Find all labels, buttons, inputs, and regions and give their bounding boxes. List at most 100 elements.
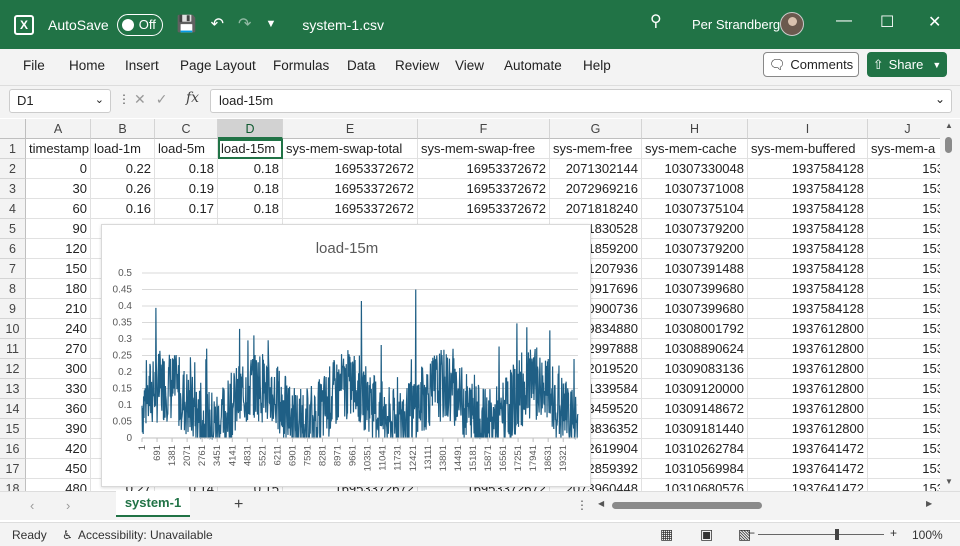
zoom-out-icon[interactable]: − (748, 526, 755, 540)
table-cell[interactable]: 10309083136 (642, 359, 748, 379)
table-cell[interactable]: 10307391488 (642, 259, 748, 279)
table-cell[interactable]: 1937584128 (748, 199, 868, 219)
table-cell[interactable]: 153 (868, 419, 940, 439)
table-cell[interactable]: 153 (868, 339, 940, 359)
table-cell[interactable]: 150 (26, 259, 91, 279)
zoom-slider[interactable] (758, 534, 884, 535)
table-cell[interactable]: 16953372672 (283, 199, 418, 219)
column-header-B[interactable]: B (91, 119, 155, 139)
chevron-down-icon[interactable]: ⌄ (935, 92, 945, 106)
table-cell[interactable]: 180 (26, 279, 91, 299)
vertical-scrollbar[interactable]: ▲ ▼ (940, 119, 960, 491)
table-cell[interactable]: 16953372672 (418, 159, 550, 179)
redo-icon[interactable]: ↷ (238, 16, 251, 33)
table-cell[interactable]: 16953372672 (418, 199, 550, 219)
column-header-E[interactable]: E (283, 119, 418, 139)
table-cell[interactable]: 2071818240 (550, 199, 642, 219)
row-header[interactable]: 17 (0, 459, 26, 479)
comments-button[interactable]: 🗨 Comments (763, 52, 859, 77)
file-name[interactable]: system-1.csv (302, 17, 384, 33)
table-cell[interactable]: 90 (26, 219, 91, 239)
tab-formulas[interactable]: Formulas (273, 58, 329, 73)
tab-view[interactable]: View (455, 58, 484, 73)
table-cell[interactable]: 153 (868, 239, 940, 259)
table-cell[interactable]: 1937584128 (748, 159, 868, 179)
column-header-D[interactable]: D (218, 119, 283, 139)
accessibility-icon[interactable]: ♿ (62, 528, 73, 542)
sheet-tab-system-1[interactable]: system-1 (116, 491, 190, 517)
table-cell[interactable]: 10309148672 (642, 399, 748, 419)
table-cell[interactable]: 0.22 (91, 159, 155, 179)
table-cell[interactable]: 153 (868, 479, 940, 491)
save-icon[interactable]: 💾 (177, 16, 197, 33)
table-cell[interactable]: 480 (26, 479, 91, 491)
column-header-H[interactable]: H (642, 119, 748, 139)
minimize-icon[interactable]: — (836, 12, 852, 30)
table-cell[interactable]: 153 (868, 279, 940, 299)
table-cell[interactable]: 1937584128 (748, 259, 868, 279)
header-cell[interactable]: sys-mem-a (868, 139, 940, 159)
avatar[interactable] (780, 12, 804, 36)
table-cell[interactable]: 1937641472 (748, 459, 868, 479)
table-cell[interactable]: 10310680576 (642, 479, 748, 491)
table-cell[interactable]: 1937584128 (748, 279, 868, 299)
table-cell[interactable]: 10309181440 (642, 419, 748, 439)
table-cell[interactable]: 153 (868, 459, 940, 479)
header-cell[interactable]: sys-mem-buffered (748, 139, 868, 159)
table-cell[interactable]: 0.18 (155, 159, 218, 179)
table-cell[interactable]: 10307399680 (642, 279, 748, 299)
horizontal-scroll-thumb[interactable] (612, 502, 762, 509)
table-cell[interactable]: 0.19 (155, 179, 218, 199)
row-header[interactable]: 12 (0, 359, 26, 379)
row-header[interactable]: 9 (0, 299, 26, 319)
table-cell[interactable]: 1937612800 (748, 319, 868, 339)
row-header[interactable]: 18 (0, 479, 26, 491)
column-header-C[interactable]: C (155, 119, 218, 139)
row-header[interactable]: 2 (0, 159, 26, 179)
table-cell[interactable]: 153 (868, 159, 940, 179)
column-header-G[interactable]: G (550, 119, 642, 139)
table-cell[interactable]: 153 (868, 359, 940, 379)
table-cell[interactable]: 16953372672 (283, 159, 418, 179)
zoom-in-icon[interactable]: + (890, 526, 897, 540)
table-cell[interactable]: 10307330048 (642, 159, 748, 179)
table-cell[interactable]: 0.18 (218, 179, 283, 199)
close-icon[interactable]: ✕ (928, 12, 941, 32)
formula-input[interactable]: load-15m ⌄ (210, 89, 952, 113)
table-cell[interactable]: 10310262784 (642, 439, 748, 459)
table-cell[interactable]: 16953372672 (283, 179, 418, 199)
table-cell[interactable]: 390 (26, 419, 91, 439)
scroll-down-icon[interactable]: ▼ (945, 477, 953, 486)
table-cell[interactable]: 10307379200 (642, 219, 748, 239)
table-cell[interactable]: 1937612800 (748, 359, 868, 379)
column-header-A[interactable]: A (26, 119, 91, 139)
table-cell[interactable]: 153 (868, 199, 940, 219)
tab-insert[interactable]: Insert (125, 58, 159, 73)
table-cell[interactable]: 0.18 (218, 159, 283, 179)
table-cell[interactable]: 10307371008 (642, 179, 748, 199)
user-name[interactable]: Per Strandberg (692, 17, 780, 32)
row-header[interactable]: 15 (0, 419, 26, 439)
column-header-F[interactable]: F (418, 119, 550, 139)
table-cell[interactable]: 270 (26, 339, 91, 359)
table-cell[interactable]: 300 (26, 359, 91, 379)
row-header[interactable]: 10 (0, 319, 26, 339)
line-chart[interactable]: load-15m 0 0.05 0.1 0.15 0.2 0.25 0.3 0.35 0.4 0.4… (101, 224, 591, 487)
normal-view-icon[interactable]: ▦ (660, 526, 673, 543)
scroll-left-icon[interactable]: ◀ (598, 499, 604, 508)
table-cell[interactable]: 210 (26, 299, 91, 319)
header-cell[interactable]: load-15m (218, 139, 283, 159)
table-cell[interactable]: 240 (26, 319, 91, 339)
row-header[interactable]: 16 (0, 439, 26, 459)
table-cell[interactable]: 153 (868, 299, 940, 319)
table-cell[interactable]: 1937641472 (748, 479, 868, 491)
table-cell[interactable]: 153 (868, 259, 940, 279)
table-cell[interactable]: 1937584128 (748, 239, 868, 259)
row-header[interactable]: 8 (0, 279, 26, 299)
tab-help[interactable]: Help (583, 58, 611, 73)
next-sheet-icon[interactable]: › (66, 498, 70, 513)
table-cell[interactable]: 330 (26, 379, 91, 399)
accessibility-status[interactable]: Accessibility: Unavailable (78, 528, 213, 542)
table-cell[interactable]: 0.17 (155, 199, 218, 219)
tab-review[interactable]: Review (395, 58, 439, 73)
